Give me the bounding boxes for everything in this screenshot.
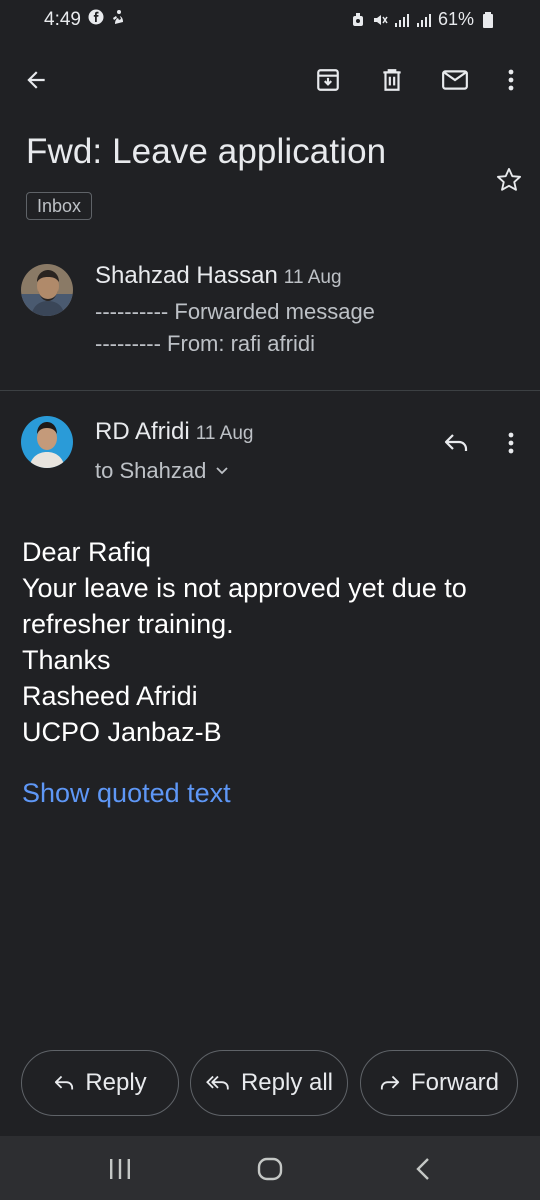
collapsed-message[interactable]: Shahzad Hassan 11 Aug ---------- Forwarde… xyxy=(0,248,540,390)
archive-icon xyxy=(317,69,339,91)
email-screen: 4:49 61% Fwd: Leave application Inbox Sh… xyxy=(0,0,540,1200)
mark-unread-icon xyxy=(442,70,468,90)
reply-icon-button[interactable] xyxy=(438,425,474,461)
reply-label: Reply xyxy=(85,1069,147,1096)
sender-name-text: Shahzad Hassan xyxy=(95,262,278,289)
body-line: Dear Rafiq xyxy=(22,537,152,567)
body-line: Thanks xyxy=(22,645,111,675)
system-nav-bar xyxy=(0,1136,540,1200)
delete-button[interactable] xyxy=(374,62,410,98)
chevron-down-icon xyxy=(216,467,228,475)
email-subject: Fwd: Leave application xyxy=(26,132,387,171)
message-body: Dear Rafiq Your leave is not approved ye… xyxy=(22,534,532,750)
action-buttons: Reply Reply all Forward xyxy=(0,1050,540,1116)
message-date: 11 Aug xyxy=(195,423,254,444)
archive-button[interactable] xyxy=(310,62,346,98)
home-icon xyxy=(257,1157,283,1181)
reply-all-label: Reply all xyxy=(240,1069,334,1096)
sender-name: Shahzad Hassan 11 Aug xyxy=(95,262,342,290)
recipient-line[interactable]: to Shahzad xyxy=(95,458,228,484)
battery-icon xyxy=(483,11,493,28)
reply-button[interactable]: Reply xyxy=(21,1050,179,1116)
avatar xyxy=(21,264,73,316)
forward-icon xyxy=(380,1075,400,1090)
back-button[interactable] xyxy=(18,62,54,98)
notification-icon xyxy=(113,10,123,24)
more-vert-icon xyxy=(508,69,514,91)
delete-icon xyxy=(383,69,401,91)
reply-all-icon xyxy=(206,1075,229,1090)
status-left-icons xyxy=(88,9,126,25)
alarm-icon xyxy=(352,12,363,26)
body-line: UCPO Janbaz-B xyxy=(22,717,222,747)
status-time: 4:49 xyxy=(44,9,81,30)
body-line: Rasheed Afridi xyxy=(22,681,198,711)
avatar xyxy=(21,416,73,468)
home-button[interactable] xyxy=(255,1154,285,1184)
reply-icon xyxy=(55,1075,74,1090)
sender-name: RD Afridi 11 Aug xyxy=(95,418,253,446)
message-date: 11 Aug xyxy=(283,267,342,288)
forward-button[interactable]: Forward xyxy=(360,1050,518,1116)
more-options-button[interactable] xyxy=(493,62,529,98)
message-snippet-line1: ---------- Forwarded message xyxy=(95,299,375,324)
recipient-text: to Shahzad xyxy=(95,458,207,483)
status-bar: 4:49 61% xyxy=(0,0,540,40)
status-right: 61% xyxy=(350,9,496,30)
facebook-icon xyxy=(88,9,104,25)
back-chevron-icon xyxy=(416,1158,429,1180)
more-vert-icon xyxy=(508,432,514,454)
show-quoted-text-link[interactable]: Show quoted text xyxy=(22,778,231,809)
forward-label: Forward xyxy=(410,1069,500,1096)
message-snippet-line2: --------- From: rafi afridi xyxy=(95,331,315,356)
reply-icon xyxy=(444,434,468,451)
sender-name-text: RD Afridi xyxy=(95,418,190,445)
reply-all-button[interactable]: Reply all xyxy=(190,1050,348,1116)
mark-unread-button[interactable] xyxy=(437,62,473,98)
message-more-button[interactable] xyxy=(493,425,529,461)
signal-icon-2 xyxy=(416,13,431,27)
recent-apps-icon xyxy=(110,1159,130,1179)
star-icon[interactable] xyxy=(495,166,523,194)
back-nav-button[interactable] xyxy=(408,1154,438,1184)
battery-percent: 61% xyxy=(437,9,474,29)
back-arrow-icon xyxy=(27,71,45,89)
message-divider xyxy=(0,390,540,391)
toolbar xyxy=(0,56,540,104)
recent-apps-button[interactable] xyxy=(105,1154,135,1184)
signal-icon xyxy=(394,13,409,27)
mute-icon xyxy=(373,14,388,25)
body-line: Your leave is not approved yet due to xyxy=(22,573,467,603)
inbox-label-chip[interactable]: Inbox xyxy=(26,192,93,220)
body-line: refresher training. xyxy=(22,609,234,639)
